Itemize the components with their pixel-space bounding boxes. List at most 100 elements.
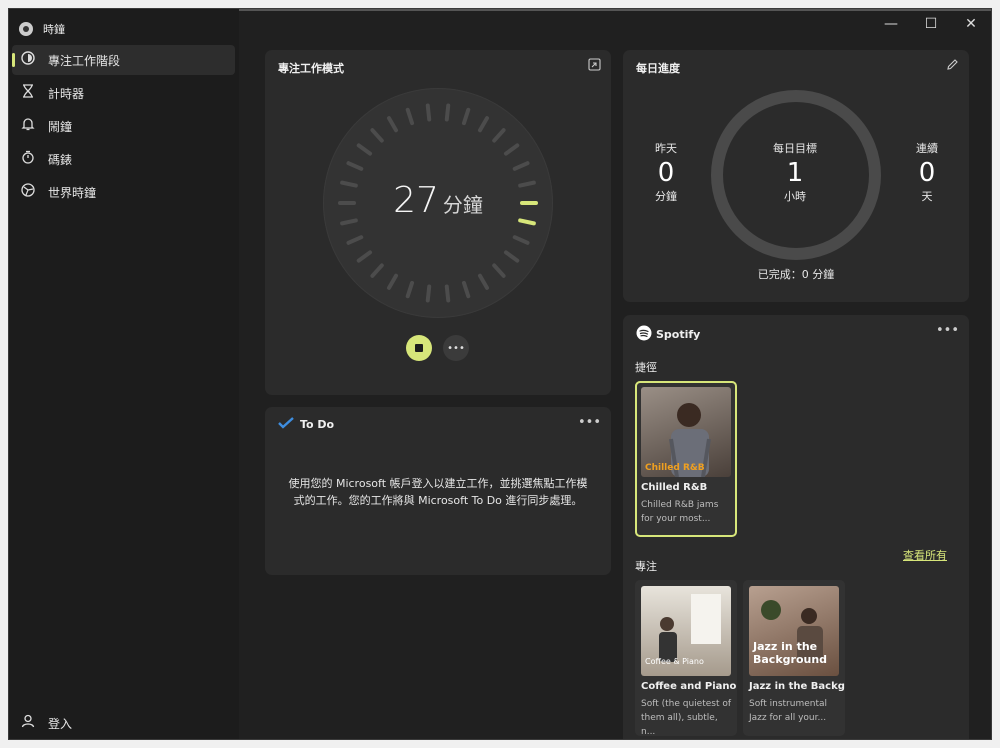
sidebar-item-label: 專注工作階段 (48, 53, 121, 68)
progress-tick (478, 273, 489, 290)
yesterday-unit: 分鐘 (655, 190, 677, 203)
focus-session-card: 專注工作模式 27 分鐘 ••• (265, 50, 611, 395)
sidebar-item-label: 碼錶 (48, 152, 73, 167)
spotify-title: Spotify (656, 328, 701, 341)
streak-value: 0 (918, 158, 936, 188)
window-controls: — ☐ ✕ (871, 9, 991, 39)
playlist-card-jazz-background[interactable]: Jazz in the Background Jazz in the Backg… (743, 580, 845, 736)
clock-app-icon (19, 22, 33, 36)
sidebar-nav: 專注工作階段 計時器 鬧鐘 碼錶 世界時鐘 (9, 45, 235, 210)
progress-tick (405, 280, 415, 299)
todo-title: To Do (300, 418, 335, 431)
playlist-art: Jazz in the Background (749, 586, 839, 676)
focus-icon (20, 51, 36, 69)
streak-unit: 天 (921, 190, 933, 203)
progress-tick (512, 161, 530, 171)
progress-tick (492, 263, 506, 278)
sidebar: 時鐘 專注工作階段 計時器 鬧鐘 碼錶 世界時鐘 登入 (9, 9, 239, 739)
completed-text: 已完成：0 分鐘 (757, 268, 835, 281)
shortcuts-heading: 捷徑 (635, 361, 657, 374)
progress-tick (356, 143, 373, 156)
close-button[interactable]: ✕ (951, 9, 991, 39)
spotify-more-button[interactable]: ••• (936, 323, 959, 338)
playlist-art: Coffee & Piano (641, 586, 731, 676)
playlist-desc: Soft (the quietest of them all), subtle,… (641, 699, 732, 736)
progress-tick (346, 161, 364, 171)
progress-tick (370, 263, 384, 278)
sidebar-item-focus[interactable]: 專注工作階段 (12, 45, 235, 75)
app-title-bar: 時鐘 (19, 19, 65, 39)
sidebar-item-world-clock[interactable]: 世界時鐘 (12, 177, 235, 207)
todo-more-button[interactable]: ••• (578, 415, 601, 430)
progress-tick (387, 116, 398, 133)
playlist-card-chilled-rnb[interactable]: Chilled R&B Chilled R&B Chilled R&B jams… (635, 381, 737, 537)
todo-message: 使用您的 Microsoft 帳戶登入以建立工作，並挑選焦點工作模式的工作。您的… (288, 477, 588, 507)
hourglass-icon (20, 84, 36, 102)
playlist-art-text: Jazz in the Background (753, 640, 828, 666)
sidebar-item-label: 計時器 (48, 86, 85, 101)
todo-card-header: To Do (278, 417, 334, 432)
spotify-card: Spotify ••• 捷徑 Chilled R&B Chilled R&B C… (623, 315, 969, 739)
progress-tick (444, 103, 451, 122)
daily-card-title: 每日進度 (636, 62, 680, 75)
streak-label: 連續 (916, 142, 938, 155)
person-icon (20, 714, 36, 732)
playlist-name: Chilled R&B (641, 482, 708, 493)
compact-overlay-icon[interactable] (588, 58, 601, 75)
playlist-name: Coffee and Piano (641, 681, 737, 692)
edit-pencil-icon[interactable] (946, 58, 959, 75)
goal-value: 1 (786, 158, 804, 188)
more-options-button[interactable]: ••• (443, 335, 469, 361)
focus-minutes-unit: 分鐘 (442, 193, 483, 217)
focus-minutes: 27 (393, 180, 439, 221)
minimize-button[interactable]: — (871, 9, 911, 39)
sidebar-item-alarm[interactable]: 鬧鐘 (12, 111, 235, 141)
progress-tick (356, 250, 373, 263)
goal-label: 每日目標 (773, 142, 817, 155)
yesterday-value: 0 (657, 158, 675, 188)
yesterday-stat: 昨天 0 分鐘 (636, 140, 696, 204)
progress-tick (444, 284, 451, 303)
progress-tick (512, 235, 530, 245)
bell-icon (20, 117, 36, 135)
signin-label: 登入 (48, 716, 73, 731)
playlist-name: Jazz in the Backg... (749, 681, 845, 692)
todo-check-icon (278, 417, 294, 432)
sidebar-item-label: 世界時鐘 (48, 185, 97, 200)
focus-timer-readout: 27 分鐘 (323, 180, 553, 221)
playlist-art: Chilled R&B (641, 387, 731, 477)
stopwatch-icon (20, 150, 36, 168)
focus-heading: 專注 (635, 560, 657, 573)
daily-goal-stat: 每日目標 1 小時 (765, 140, 825, 204)
stop-icon (415, 344, 423, 352)
signin-button[interactable]: 登入 (12, 711, 72, 735)
app-title: 時鐘 (43, 23, 65, 36)
progress-tick (503, 143, 520, 156)
progress-tick (346, 235, 364, 245)
sidebar-item-timer[interactable]: 計時器 (12, 78, 235, 108)
sidebar-item-label: 鬧鐘 (48, 119, 73, 134)
focus-card-title: 專注工作模式 (278, 62, 344, 75)
streak-stat: 連續 0 天 (897, 140, 957, 204)
spotify-logo-icon (636, 325, 652, 344)
progress-tick (492, 128, 506, 143)
playlist-desc: Chilled R&B jams for your most... (641, 500, 719, 524)
progress-tick (503, 250, 520, 263)
stop-button[interactable] (406, 335, 432, 361)
globe-icon (20, 183, 36, 201)
maximize-button[interactable]: ☐ (911, 9, 951, 39)
focus-timer-dial: 27 分鐘 (323, 88, 553, 318)
progress-tick (370, 128, 384, 143)
playlist-art-text: Coffee & Piano (645, 657, 704, 666)
progress-tick (461, 107, 471, 126)
todo-card: To Do ••• 使用您的 Microsoft 帳戶登入以建立工作，並挑選焦點… (265, 407, 611, 575)
view-all-link[interactable]: 查看所有 (903, 547, 947, 563)
progress-tick (425, 103, 432, 122)
daily-progress-card: 每日進度 昨天 0 分鐘 每日目標 1 小時 連續 0 天 已完成：0 分鐘 (623, 50, 969, 302)
playlist-card-coffee-piano[interactable]: Coffee & Piano Coffee and Piano Soft (th… (635, 580, 737, 736)
progress-tick (478, 116, 489, 133)
progress-tick (405, 107, 415, 126)
playlist-desc: Soft instrumental Jazz for all your... (749, 699, 827, 723)
sidebar-item-stopwatch[interactable]: 碼錶 (12, 144, 235, 174)
progress-tick (461, 280, 471, 299)
